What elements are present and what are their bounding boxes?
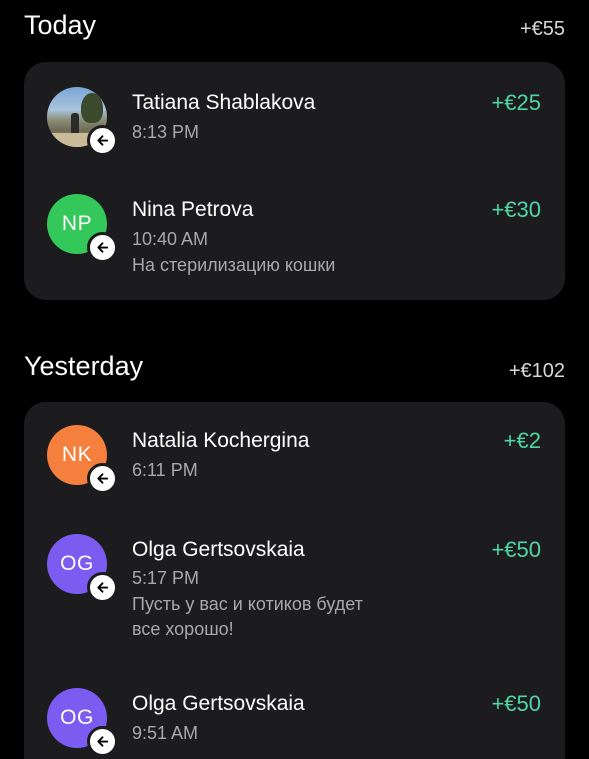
section-header-today: Today +€55 [24, 10, 565, 41]
transaction-time: 8:13 PM [132, 122, 200, 142]
arrow-left-icon [87, 572, 118, 603]
transaction-amount: +€25 [491, 90, 541, 115]
transaction-row[interactable]: NP Nina Petrova 10:40 AM На стерилизацию… [24, 174, 565, 300]
transaction-time: 9:51 AM [132, 723, 199, 743]
transaction-row[interactable]: OG Olga Gertsovskaia 9:51 AM +€50 [24, 664, 565, 759]
avatar-initials: OG [60, 706, 94, 729]
transaction-note: На стерилизацию кошки [132, 255, 336, 275]
sender-name: Natalia Kochergina [132, 429, 310, 452]
section-total: +€55 [519, 18, 565, 40]
transaction-amount: +€2 [503, 428, 541, 453]
avatar-initials: NP [61, 212, 93, 235]
transaction-row[interactable]: Tatiana Shablakova 8:13 PM +€25 [24, 62, 565, 174]
transaction-amount: +€50 [491, 691, 541, 716]
transactions-card-today: Tatiana Shablakova 8:13 PM +€25 NP Nina … [24, 62, 565, 300]
transaction-amount: +€30 [491, 197, 541, 222]
avatar-initials: NK [61, 443, 93, 466]
transaction-time: 5:17 PM [132, 568, 200, 588]
transaction-note-line1: Пусть у вас и котиков будет [132, 594, 363, 614]
section-total: +€102 [508, 360, 565, 382]
sender-name: Tatiana Shablakova [132, 91, 316, 114]
section-title: Today [24, 10, 97, 40]
transaction-time: 6:11 PM [132, 460, 198, 480]
sender-name: Olga Gertsovskaia [132, 538, 305, 561]
sender-name: Nina Petrova [132, 198, 254, 221]
arrow-left-icon [87, 726, 118, 757]
transaction-row[interactable]: NK Natalia Kochergina 6:11 PM +€2 [24, 402, 565, 514]
section-header-yesterday: Yesterday +€102 [24, 350, 565, 383]
transaction-amount: +€50 [491, 537, 541, 562]
sender-name: Olga Gertsovskaia [132, 692, 305, 715]
transaction-note-line2: все хорошо! [132, 619, 234, 639]
arrow-left-icon [87, 463, 118, 494]
transactions-card-yesterday: NK Natalia Kochergina 6:11 PM +€2 OG Olg… [24, 402, 565, 759]
section-title: Yesterday [24, 351, 144, 381]
avatar-initials: OG [60, 552, 94, 575]
transaction-row[interactable]: OG Olga Gertsovskaia 5:17 PM Пусть у вас… [24, 514, 565, 664]
arrow-left-icon [87, 125, 118, 156]
transactions-screen: Today +€55 Tatiana Shablakova 8:13 PM +€… [0, 0, 589, 759]
arrow-left-icon [87, 232, 118, 263]
transaction-time: 10:40 AM [132, 229, 209, 249]
